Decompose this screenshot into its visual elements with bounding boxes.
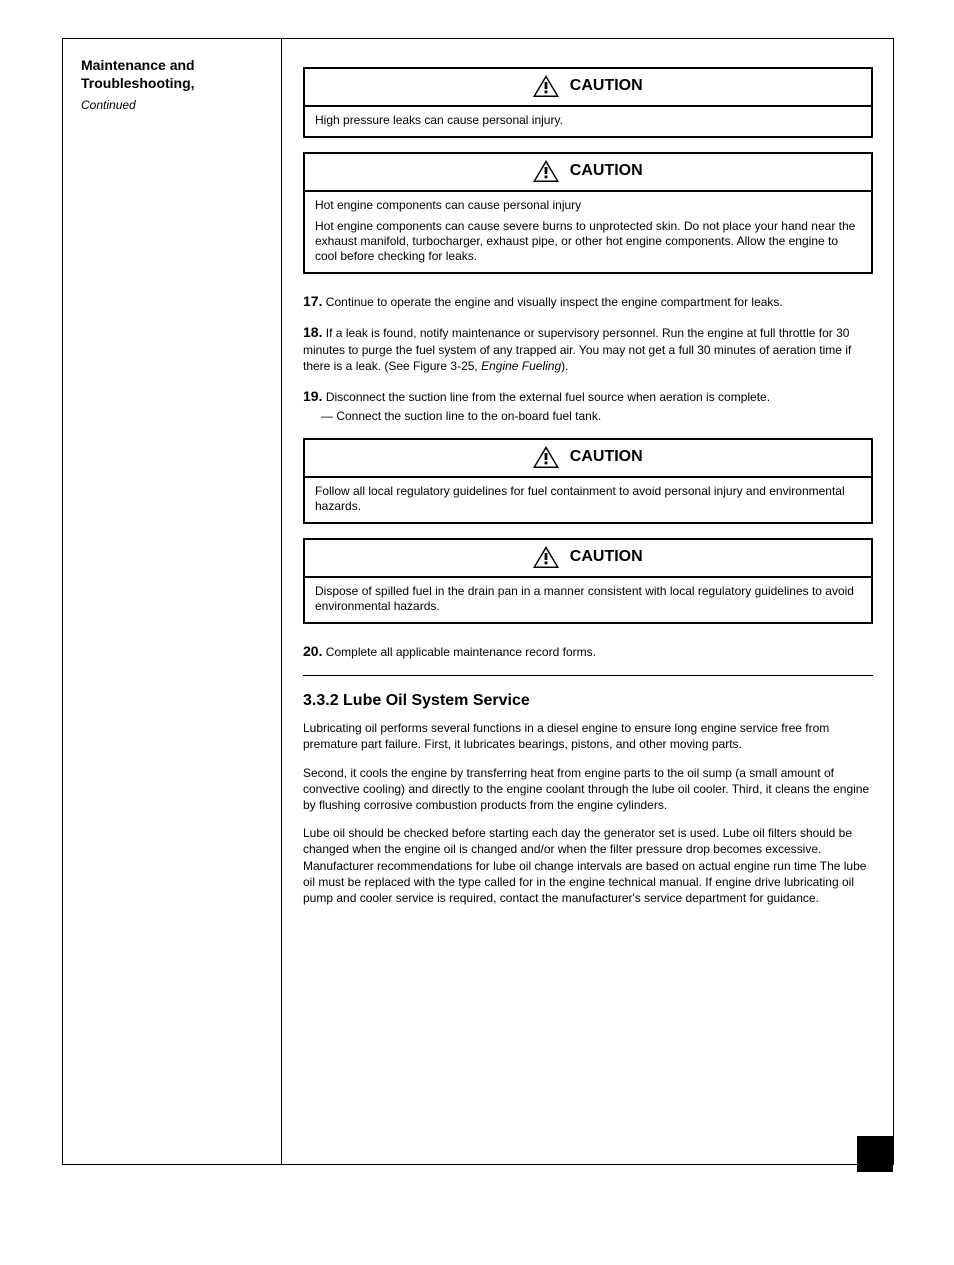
step-number: 20. (303, 643, 322, 659)
figure-reference: Engine Fueling (481, 359, 561, 373)
sidebar-title-line1: Maintenance and (81, 57, 195, 73)
caution-body-1: High pressure leaks can cause personal i… (305, 107, 871, 136)
step-text-prefix: If a leak is found, notify maintenance o… (303, 326, 851, 373)
step-text-suffix: ). (561, 359, 568, 373)
step-18: 18. If a leak is found, notify maintenan… (303, 323, 873, 374)
warning-icon (533, 160, 559, 182)
caution-label: CAUTION (570, 548, 643, 565)
step-19-tail: — Connect the suction line to the on-boa… (321, 408, 873, 424)
step-number: 17. (303, 293, 322, 309)
warning-icon (533, 546, 559, 568)
step-20: 20. Complete all applicable maintenance … (303, 642, 873, 661)
step-text: Complete all applicable maintenance reco… (322, 645, 595, 659)
page: Maintenance and Troubleshooting, Continu… (0, 0, 954, 1235)
section-paragraph-3: Lube oil should be checked before starti… (303, 825, 873, 906)
step-17: 17. Continue to operate the engine and v… (303, 292, 873, 311)
sidebar-title: Maintenance and Troubleshooting, (81, 57, 267, 92)
warning-icon (533, 75, 559, 97)
sidebar-title-line2: Troubleshooting, (81, 75, 195, 91)
caution-header-4: CAUTION (305, 540, 871, 578)
step-number: 19. (303, 388, 322, 404)
caution-label: CAUTION (570, 162, 643, 179)
caution-box-4: CAUTION Dispose of spilled fuel in the d… (303, 538, 873, 624)
caution-header-1: CAUTION (305, 69, 871, 107)
caution-body-4: Dispose of spilled fuel in the drain pan… (305, 578, 871, 622)
caution-header-3: CAUTION (305, 440, 871, 478)
caution-header-2: CAUTION (305, 154, 871, 192)
sidebar: Maintenance and Troubleshooting, Continu… (63, 39, 281, 1164)
main-content: CAUTION High pressure leaks can cause pe… (281, 39, 895, 1164)
caution-box-3: CAUTION Follow all local regulatory guid… (303, 438, 873, 524)
caution-body-3: Follow all local regulatory guidelines f… (305, 478, 871, 522)
caution-body-2-p1: Hot engine components can cause personal… (315, 198, 861, 213)
step-line: Disconnect the suction line from the ext… (326, 390, 770, 404)
caution-body-2: Hot engine components can cause personal… (305, 192, 871, 272)
caution-box-2: CAUTION Hot engine components can cause … (303, 152, 873, 274)
page-number-tab (857, 1136, 893, 1172)
caution-box-1: CAUTION High pressure leaks can cause pe… (303, 67, 873, 138)
content-frame: Maintenance and Troubleshooting, Continu… (62, 38, 894, 1165)
section-paragraph-1: Lubricating oil performs several functio… (303, 720, 873, 752)
caution-label: CAUTION (570, 448, 643, 465)
sidebar-continued: Continued (81, 98, 267, 113)
step-19: 19. Disconnect the suction line from the… (303, 388, 873, 404)
caution-label: CAUTION (570, 77, 643, 94)
step-number: 18. (303, 324, 322, 340)
section-divider (303, 675, 873, 676)
caution-body-2-p2: Hot engine components can cause severe b… (315, 219, 861, 264)
step-text: Continue to operate the engine and visua… (322, 295, 782, 309)
warning-icon (533, 446, 559, 468)
section-heading: 3.3.2 Lube Oil System Service (303, 692, 873, 710)
section-paragraph-2: Second, it cools the engine by transferr… (303, 765, 873, 814)
